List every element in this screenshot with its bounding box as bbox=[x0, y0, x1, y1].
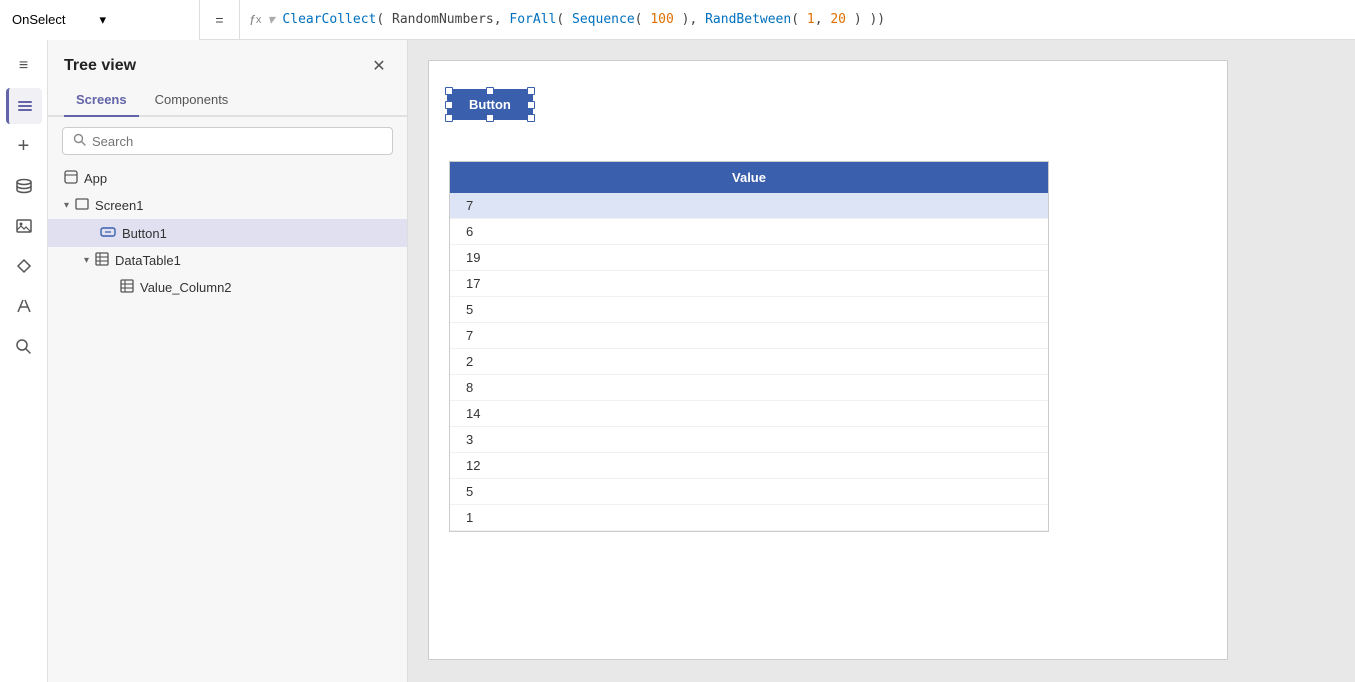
handle-tm[interactable] bbox=[486, 87, 494, 95]
app-label: App bbox=[84, 171, 391, 186]
tree-item-datatable1[interactable]: ▾ DataTable1 bbox=[48, 247, 407, 274]
media-icon[interactable] bbox=[6, 208, 42, 244]
layers-icon[interactable] bbox=[6, 88, 42, 124]
tree-tabs: Screens Components bbox=[48, 86, 407, 117]
datatable1-chevron: ▾ bbox=[84, 255, 89, 266]
datatable-rows: 76191757281431251 bbox=[450, 193, 1048, 531]
data-icon[interactable] bbox=[6, 168, 42, 204]
tree-item-value-column2[interactable]: Value_Column2 bbox=[48, 274, 407, 301]
fx-icon: fx ▾ bbox=[250, 11, 274, 28]
property-label: OnSelect bbox=[12, 12, 100, 27]
table-row: 8 bbox=[450, 375, 1048, 401]
table-row: 19 bbox=[450, 245, 1048, 271]
handle-tl[interactable] bbox=[445, 87, 453, 95]
canvas-area: Button Value 76191757281431251 bbox=[408, 40, 1355, 682]
table-row: 5 bbox=[450, 479, 1048, 505]
top-bar: OnSelect ▾ = fx ▾ ClearCollect( RandomNu… bbox=[0, 0, 1355, 40]
datatable1-label: DataTable1 bbox=[115, 253, 391, 268]
table-row: 6 bbox=[450, 219, 1048, 245]
screen1-label: Screen1 bbox=[95, 198, 391, 213]
screen-icon bbox=[75, 197, 89, 214]
table-row: 7 bbox=[450, 193, 1048, 219]
datatable-header: Value bbox=[450, 162, 1048, 193]
formula-bar: fx ▾ ClearCollect( RandomNumbers, ForAll… bbox=[240, 11, 1355, 28]
handle-tr[interactable] bbox=[527, 87, 535, 95]
tree-item-app[interactable]: App bbox=[48, 165, 407, 192]
table-row: 2 bbox=[450, 349, 1048, 375]
tree-item-screen1[interactable]: ▾ Screen1 bbox=[48, 192, 407, 219]
handle-mr[interactable] bbox=[527, 101, 535, 109]
table-row: 17 bbox=[450, 271, 1048, 297]
variables-icon[interactable] bbox=[6, 288, 42, 324]
dropdown-chevron: ▾ bbox=[100, 12, 188, 28]
property-dropdown[interactable]: OnSelect ▾ bbox=[0, 0, 200, 40]
equals-sign: = bbox=[200, 0, 240, 40]
table-row: 14 bbox=[450, 401, 1048, 427]
button1-label: Button1 bbox=[122, 226, 370, 241]
formula-text: ClearCollect( RandomNumbers, ForAll( Seq… bbox=[282, 12, 885, 27]
hamburger-icon[interactable]: ≡ bbox=[6, 48, 42, 84]
canvas-button-wrapper: Button bbox=[449, 91, 531, 118]
table-row: 12 bbox=[450, 453, 1048, 479]
button1-icon bbox=[100, 225, 116, 242]
handle-br[interactable] bbox=[527, 114, 535, 122]
table-row: 1 bbox=[450, 505, 1048, 531]
canvas-content: Button Value 76191757281431251 bbox=[428, 60, 1228, 660]
tab-components[interactable]: Components bbox=[143, 86, 241, 117]
table-row: 7 bbox=[450, 323, 1048, 349]
search-nav-icon[interactable] bbox=[6, 328, 42, 364]
tree-body: App ▾ Screen1 bbox=[48, 165, 407, 682]
column-icon bbox=[120, 279, 134, 296]
components-icon[interactable] bbox=[6, 248, 42, 284]
add-icon[interactable]: + bbox=[6, 128, 42, 164]
tree-title: Tree view bbox=[64, 57, 136, 75]
table-row: 3 bbox=[450, 427, 1048, 453]
app-icon bbox=[64, 170, 78, 187]
canvas-datatable: Value 76191757281431251 bbox=[449, 161, 1049, 532]
tree-header: Tree view ✕ bbox=[48, 40, 407, 86]
tree-panel: Tree view ✕ Screens Components bbox=[48, 40, 408, 682]
left-nav: ≡ + bbox=[0, 40, 48, 682]
search-box bbox=[62, 127, 393, 155]
search-icon bbox=[73, 133, 86, 149]
table-row: 5 bbox=[450, 297, 1048, 323]
tree-item-button1[interactable]: Button1 ••• bbox=[48, 219, 407, 247]
handle-bm[interactable] bbox=[486, 114, 494, 122]
handle-ml[interactable] bbox=[445, 101, 453, 109]
screen1-chevron: ▾ bbox=[64, 200, 69, 211]
close-button[interactable]: ✕ bbox=[367, 54, 391, 78]
search-input[interactable] bbox=[92, 134, 382, 149]
main-area: ≡ + bbox=[0, 40, 1355, 682]
datatable-icon bbox=[95, 252, 109, 269]
tab-screens[interactable]: Screens bbox=[64, 86, 139, 117]
handle-bl[interactable] bbox=[445, 114, 453, 122]
value-column2-label: Value_Column2 bbox=[140, 280, 391, 295]
